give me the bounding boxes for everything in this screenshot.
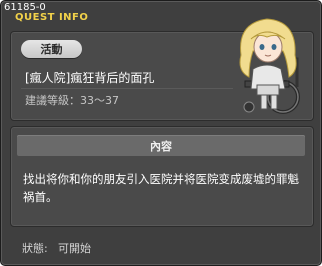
quest-content-panel: 內容 找出将你和你的朋友引入医院并将医院变成废墟的罪魁祸首。 [10,126,314,227]
status-value: 可開始 [58,242,91,255]
quest-description: 找出将你和你的朋友引入医院并将医院变成废墟的罪魁祸首。 [23,172,299,204]
npc-portrait-icon [239,18,300,114]
quest-name: [瘋人院]瘋狂背后的面孔 [25,71,155,85]
recommended-level: 建議等級：33～37 [25,94,119,107]
content-header: 內容 [17,135,305,156]
quest-info-window: 61185-0 QUEST INFO 活動 [瘋人院]瘋狂背后的面孔 建議等級：… [0,0,322,266]
status-label: 狀態: [22,242,48,255]
event-badge: 活動 [21,40,82,58]
divider [21,88,233,89]
window-title: QUEST INFO [15,12,89,23]
